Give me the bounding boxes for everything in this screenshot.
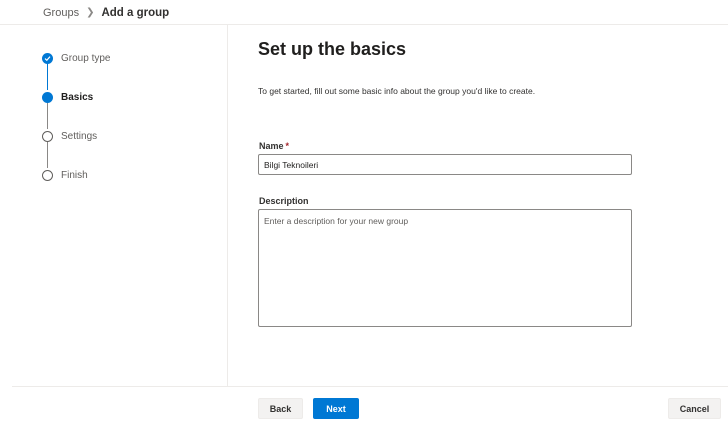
- name-label-text: Name: [259, 141, 284, 151]
- current-step-icon: [42, 91, 53, 103]
- empty-circle-icon: [42, 169, 53, 181]
- breadcrumb-groups-link[interactable]: Groups: [43, 7, 79, 19]
- description-label: Description: [259, 196, 309, 206]
- intro-text: To get started, fill out some basic info…: [258, 86, 536, 96]
- step-group-type[interactable]: Group type: [42, 52, 110, 64]
- step-connector: [47, 141, 48, 168]
- step-connector: [47, 102, 48, 129]
- step-label: Basics: [61, 91, 94, 103]
- empty-circle-icon: [42, 130, 53, 142]
- chevron-right-icon: ❯: [86, 7, 95, 18]
- page-title: Set up the basics: [258, 39, 407, 59]
- description-input[interactable]: [258, 209, 632, 327]
- step-label: Settings: [61, 130, 98, 142]
- header-divider: [0, 24, 728, 25]
- name-label: Name *: [259, 141, 289, 151]
- back-button[interactable]: Back: [258, 398, 303, 419]
- step-connector: [47, 63, 48, 90]
- next-button[interactable]: Next: [313, 398, 359, 419]
- required-mark: *: [285, 141, 290, 151]
- footer-divider: [12, 386, 728, 387]
- sidebar-divider: [227, 25, 228, 386]
- name-input[interactable]: [258, 154, 632, 175]
- cancel-button[interactable]: Cancel: [668, 398, 721, 419]
- step-label: Finish: [61, 169, 88, 181]
- step-settings[interactable]: Settings: [42, 130, 97, 142]
- step-basics[interactable]: Basics: [42, 91, 93, 103]
- breadcrumb: Groups ❯ Add a group: [43, 5, 169, 20]
- step-label: Group type: [61, 52, 111, 64]
- breadcrumb-current: Add a group: [101, 6, 170, 19]
- step-finish[interactable]: Finish: [42, 169, 88, 181]
- checkmark-icon: [42, 52, 53, 64]
